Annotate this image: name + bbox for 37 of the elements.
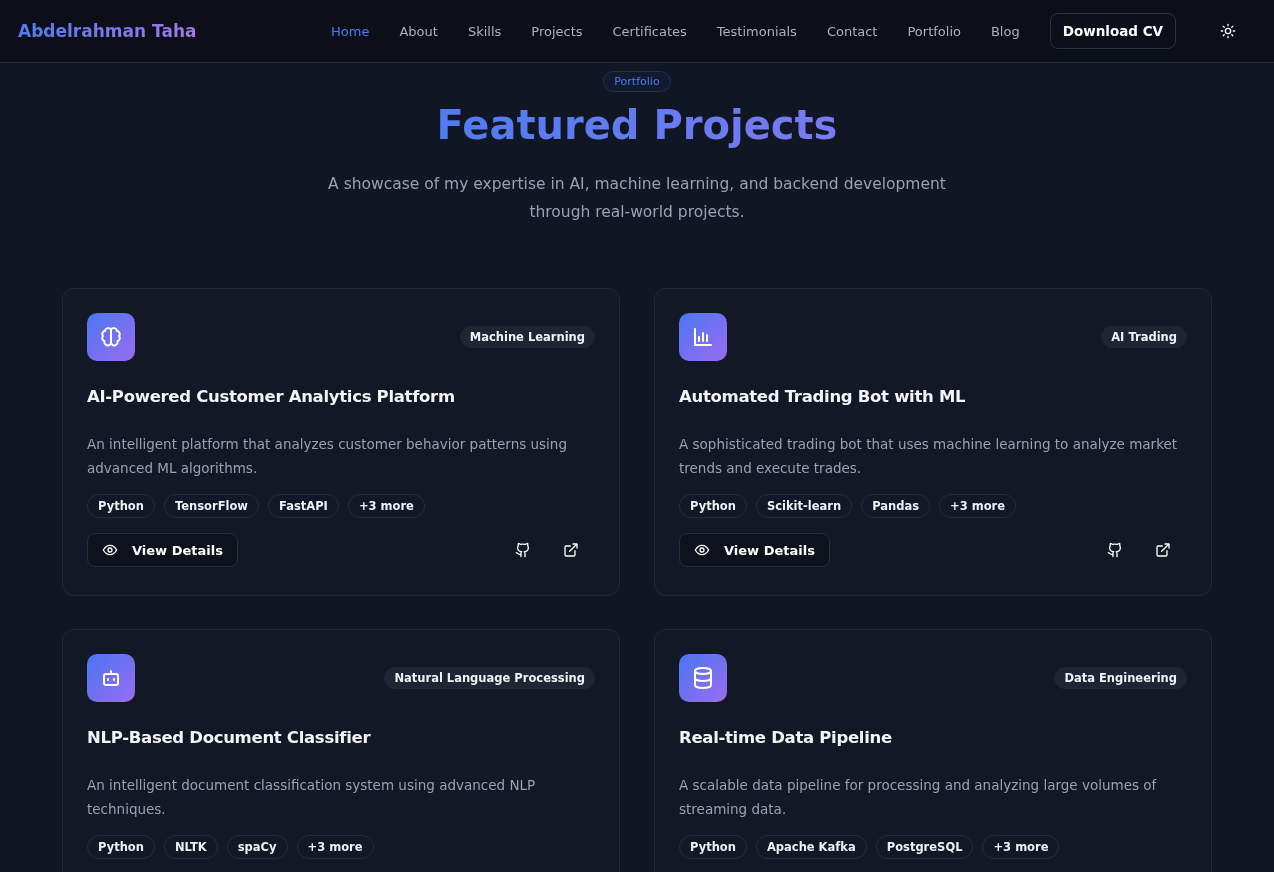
category-badge: Data Engineering	[1054, 667, 1187, 689]
nav-link[interactable]: Home	[331, 23, 370, 39]
view-details-button[interactable]: View Details	[87, 533, 238, 567]
category-badge: AI Trading	[1101, 326, 1187, 348]
nav-link[interactable]: Skills	[467, 23, 502, 39]
project-description: An intelligent document classification system using advanced NLP techniques.	[87, 776, 537, 819]
external-link-icon[interactable]	[563, 542, 579, 558]
project-title: Real-time Data Pipeline	[679, 728, 893, 747]
database-icon	[679, 654, 727, 702]
section-subtitle: A showcase of my expertise in AI, machine learning, and backend development through real-world projects.	[327, 174, 947, 223]
robot-icon	[87, 654, 135, 702]
nav-link[interactable]: About	[399, 23, 438, 39]
github-icon[interactable]	[515, 542, 531, 558]
project-description: An intelligent platform that analyzes customer behavior patterns using advanced ML algorithms.	[87, 435, 568, 478]
category-badge: Machine Learning	[459, 326, 595, 348]
brain-icon	[87, 313, 135, 361]
view-details-button[interactable]: View Details	[679, 533, 830, 567]
eye-icon	[102, 542, 118, 558]
category-badge: Natural Language Processing	[384, 667, 595, 689]
sun-icon[interactable]	[1220, 23, 1236, 39]
project-description: A scalable data pipeline for processing and analyzing large volumes of streaming data.	[679, 776, 1158, 819]
download-cv-button[interactable]: Download CV	[1049, 13, 1176, 49]
project-title: AI-Powered Customer Analytics Platform	[87, 387, 456, 406]
nav-link[interactable]: Contact	[826, 23, 878, 39]
eye-icon	[694, 542, 710, 558]
nav-link[interactable]: Portfolio	[907, 23, 961, 39]
project-title: NLP-Based Document Classifier	[87, 728, 372, 747]
section-badge: Portfolio	[603, 71, 671, 92]
nav-link[interactable]: Projects	[531, 23, 583, 39]
bar-chart-icon	[679, 313, 727, 361]
github-icon[interactable]	[1107, 542, 1123, 558]
nav-link[interactable]: Certificates	[612, 23, 687, 39]
nav-link[interactable]: Testimonials	[716, 23, 797, 39]
nav-link[interactable]: Blog	[990, 23, 1020, 39]
project-title: Automated Trading Bot with ML	[679, 387, 967, 406]
external-link-icon[interactable]	[1155, 542, 1171, 558]
project-description: A sophisticated trading bot that uses machine learning to analyze market trends and execute trades.	[679, 435, 1179, 478]
